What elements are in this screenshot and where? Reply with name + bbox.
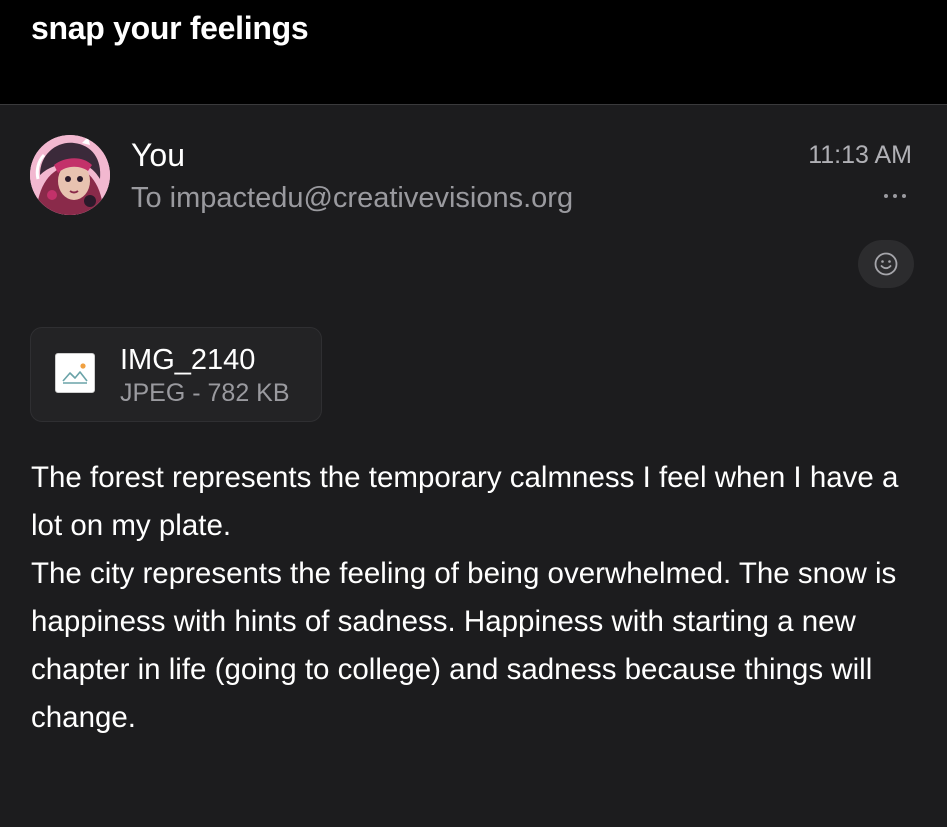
attachment-name: IMG_2140	[120, 344, 256, 376]
attachment-card[interactable]: IMG_2140 JPEG - 782 KB	[30, 327, 322, 422]
more-dot-icon	[884, 194, 888, 198]
add-reaction-button[interactable]	[858, 240, 914, 288]
more-dot-icon	[902, 194, 906, 198]
body-paragraph: The forest represents the temporary calm…	[31, 461, 899, 542]
email-subject: snap your feelings	[31, 10, 309, 46]
image-thumbnail-glyph	[62, 363, 88, 384]
avatar-illustration	[30, 135, 110, 215]
recipient-address: To impactedu@creativevisions.org	[131, 182, 574, 214]
sender-name: You	[131, 137, 185, 173]
smiley-icon	[874, 252, 898, 276]
more-dot-icon	[893, 194, 897, 198]
more-options-button[interactable]	[878, 186, 912, 206]
message-time: 11:13 AM	[808, 141, 912, 169]
message-body: The forest represents the temporary calm…	[31, 454, 921, 742]
image-file-icon	[55, 353, 95, 393]
attachment-meta: JPEG - 782 KB	[120, 379, 290, 407]
avatar[interactable]	[30, 135, 110, 215]
header-bar: snap your feelings	[0, 0, 947, 105]
body-paragraph: The city represents the feeling of being…	[31, 557, 897, 734]
